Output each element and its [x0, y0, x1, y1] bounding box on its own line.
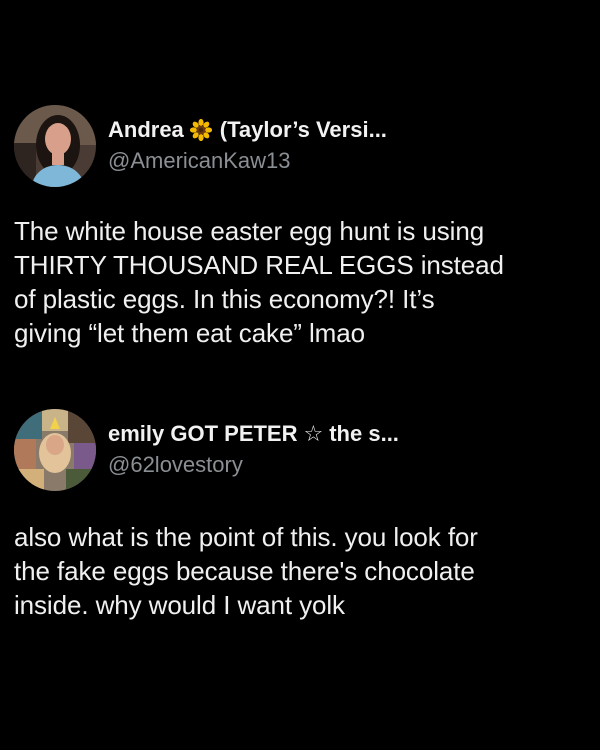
- star-outline-icon: ☆: [303, 421, 324, 446]
- post-text-line: giving “let them eat cake” lmao: [14, 318, 365, 348]
- post-text-line: also what is the point of this. you look…: [14, 522, 478, 552]
- post-text: The white house easter egg hunt is using…: [14, 214, 586, 350]
- name-block: Andrea (Taylor’s Versi... @AmericanKaw13: [108, 116, 387, 176]
- avatar-andrea[interactable]: [14, 105, 96, 187]
- display-name-suffix: the s...: [329, 421, 399, 446]
- post-1: Andrea (Taylor’s Versi... @AmericanKaw13…: [14, 104, 586, 350]
- sunflower-icon: [189, 118, 212, 142]
- user-handle[interactable]: @AmericanKaw13: [108, 146, 387, 176]
- display-name: Andrea: [108, 117, 184, 142]
- display-name: emily GOT PETER: [108, 421, 298, 446]
- display-name-suffix: (Taylor’s Versi...: [219, 117, 387, 142]
- display-name-row[interactable]: Andrea (Taylor’s Versi...: [108, 116, 387, 144]
- post-2: emily GOT PETER ☆ the s... @62lovestory …: [14, 408, 586, 622]
- avatar-photo-icon: [14, 105, 96, 187]
- post-text-line: of plastic eggs. In this economy?! It’s: [14, 284, 435, 314]
- post-text-line: The white house easter egg hunt is using: [14, 216, 485, 246]
- name-block: emily GOT PETER ☆ the s... @62lovestory: [108, 420, 399, 480]
- post-text-line: the fake eggs because there's chocolate: [14, 556, 475, 586]
- user-handle[interactable]: @62lovestory: [108, 450, 399, 480]
- post-text-line: inside. why would I want yolk: [14, 590, 345, 620]
- post-text: also what is the point of this. you look…: [14, 520, 586, 622]
- post-header: Andrea (Taylor’s Versi... @AmericanKaw13: [14, 104, 586, 188]
- avatar-collage-icon: [14, 409, 96, 491]
- post-header: emily GOT PETER ☆ the s... @62lovestory: [14, 408, 586, 492]
- avatar-emily[interactable]: [14, 409, 96, 491]
- post-text-line: THIRTY THOUSAND REAL EGGS instead: [14, 250, 504, 280]
- display-name-row[interactable]: emily GOT PETER ☆ the s...: [108, 420, 399, 448]
